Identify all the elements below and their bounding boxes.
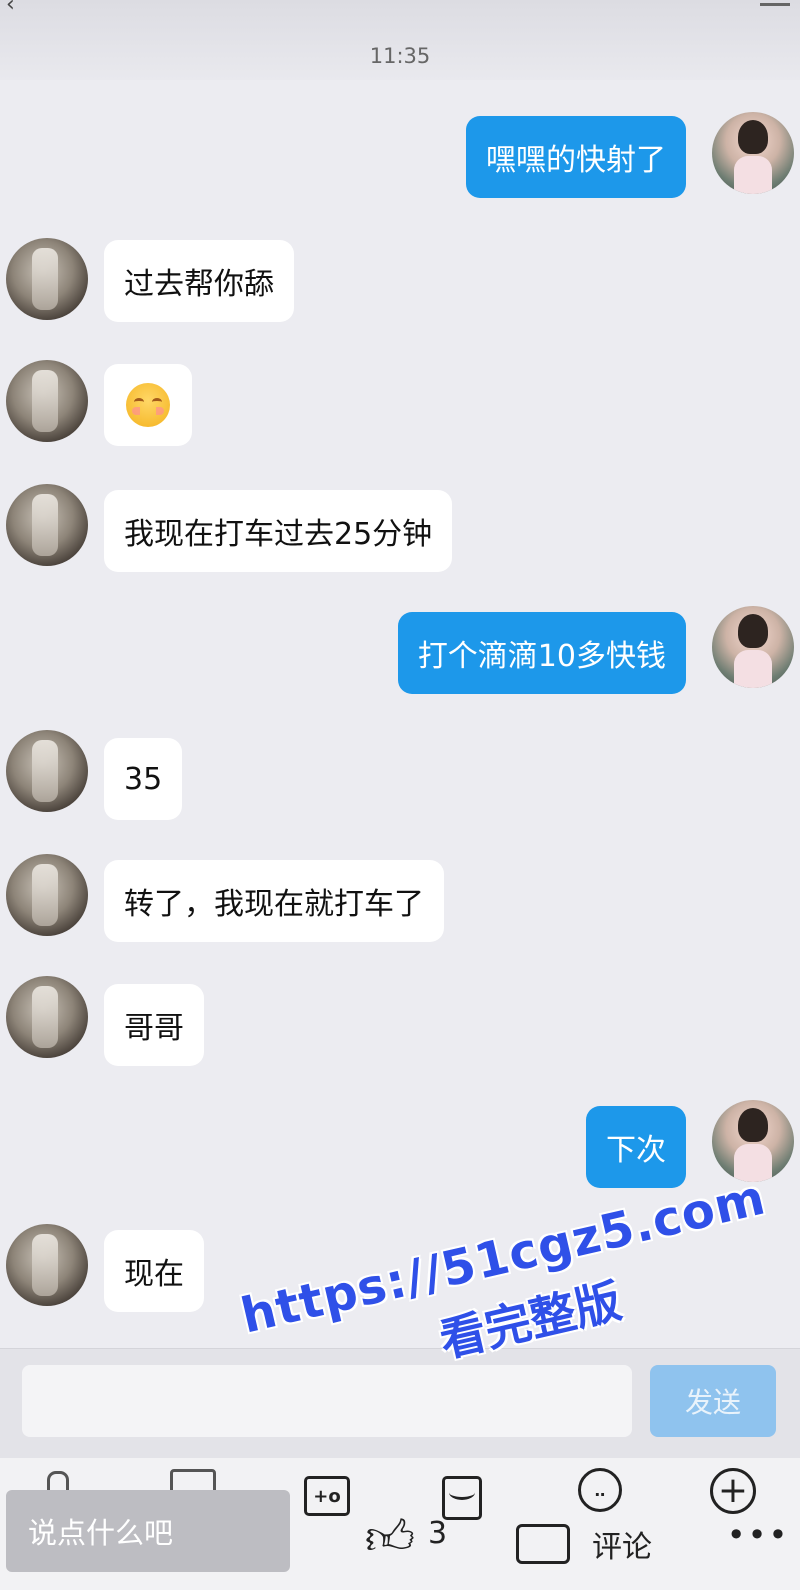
contact-avatar[interactable] xyxy=(6,1224,88,1306)
menu-icon[interactable] xyxy=(760,0,790,6)
chat-header: ‹ 11:35 xyxy=(0,0,800,80)
red-packet-icon[interactable] xyxy=(442,1476,482,1520)
message-bubble-other[interactable]: 过去帮你舔 xyxy=(104,240,294,322)
comment-input[interactable]: 说点什么吧 xyxy=(6,1490,290,1572)
message-bubble-other[interactable]: 35 xyxy=(104,738,183,820)
contact-avatar[interactable] xyxy=(6,730,88,812)
shy-blushing-emoji-icon xyxy=(126,383,170,427)
contact-avatar[interactable] xyxy=(6,360,88,442)
bottom-toolbar: +o ‥ + 说点什么吧 👍︎ 3 评论 ••• xyxy=(0,1458,800,1590)
message-bubble-other[interactable]: 哥哥 xyxy=(104,984,204,1066)
message-bubble-other[interactable]: 转了，我现在就打车了 xyxy=(104,860,444,942)
message-bubble-other[interactable]: 我现在打车过去25分钟 xyxy=(104,490,453,572)
camera-icon[interactable]: +o xyxy=(304,1476,350,1516)
message-bubble-self[interactable]: 下次 xyxy=(586,1106,686,1188)
self-avatar[interactable] xyxy=(712,606,794,688)
message-bubble-other[interactable]: 现在 xyxy=(104,1230,204,1312)
self-avatar[interactable] xyxy=(712,112,794,194)
comment-icon[interactable] xyxy=(516,1524,570,1564)
comment-label[interactable]: 评论 xyxy=(592,1522,652,1566)
thumbs-up-icon[interactable]: 👍︎ xyxy=(360,1510,420,1566)
contact-avatar[interactable] xyxy=(6,238,88,320)
like-count: 3 xyxy=(428,1516,448,1551)
message-bubble-self[interactable]: 嘿嘿的快射了 xyxy=(466,116,686,198)
emoji-icon[interactable]: ‥ xyxy=(578,1468,622,1512)
contact-avatar[interactable] xyxy=(6,854,88,936)
message-bubble-self[interactable]: 打个滴滴10多快钱 xyxy=(397,612,686,694)
contact-avatar[interactable] xyxy=(6,976,88,1058)
plus-icon[interactable]: + xyxy=(710,1468,756,1514)
contact-avatar[interactable] xyxy=(6,484,88,566)
back-arrow-icon[interactable]: ‹ xyxy=(6,0,26,17)
message-bubble-emoji[interactable] xyxy=(104,364,192,446)
more-icon[interactable]: ••• xyxy=(727,1516,788,1554)
message-timestamp: 11:35 xyxy=(369,44,431,68)
